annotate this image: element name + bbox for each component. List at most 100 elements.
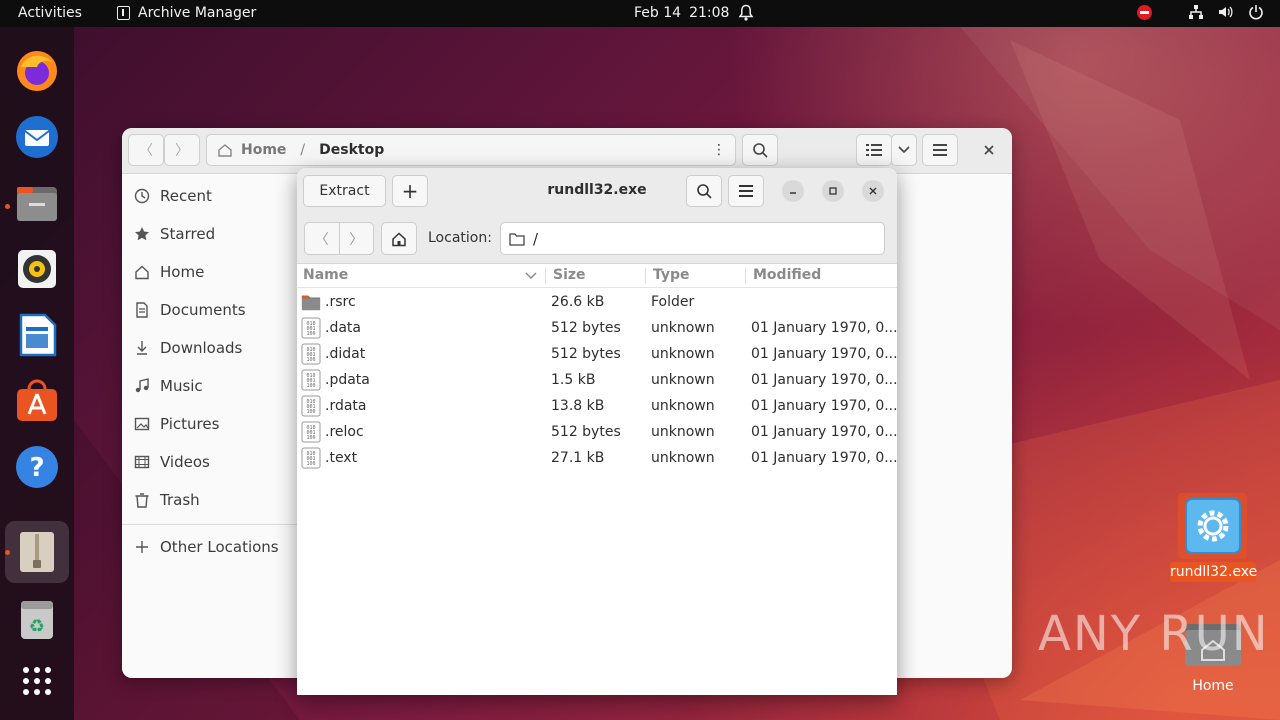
add-files-button[interactable]: + bbox=[392, 175, 428, 207]
forward-button[interactable]: 〉 bbox=[338, 223, 374, 254]
column-modified-header[interactable]: Modified bbox=[753, 267, 821, 283]
minimize-button[interactable] bbox=[782, 180, 804, 202]
clock[interactable]: Feb 14 21:08 bbox=[634, 5, 729, 21]
activities-button[interactable]: Activities bbox=[18, 5, 82, 21]
archive-app-icon bbox=[117, 6, 130, 20]
maximize-button[interactable] bbox=[822, 180, 844, 202]
notification-bell-icon[interactable] bbox=[738, 4, 754, 22]
table-row[interactable]: .rsrc 26.6 kB Folder bbox=[297, 289, 897, 315]
file-modified: 01 January 1970, 0... bbox=[751, 424, 897, 440]
anyrun-watermark: ANY RUN bbox=[1038, 606, 1270, 662]
sidebar-item-music[interactable]: Music bbox=[134, 369, 203, 403]
column-size-header[interactable]: Size bbox=[553, 267, 586, 283]
sidebar-item-trash[interactable]: Trash bbox=[134, 483, 200, 517]
file-modified: 01 January 1970, 0... bbox=[751, 398, 897, 414]
table-row[interactable]: 010 001 100 .text 27.1 kB unknown 01 January 1… bbox=[297, 445, 897, 471]
file-type: unknown bbox=[651, 346, 715, 362]
desktop-home-label[interactable]: Home bbox=[1186, 678, 1240, 694]
power-icon[interactable] bbox=[1248, 4, 1264, 20]
column-type-header[interactable]: Type bbox=[653, 267, 690, 283]
thunderbird-icon[interactable] bbox=[13, 113, 61, 161]
hamburger-icon bbox=[933, 144, 947, 156]
video-icon bbox=[134, 455, 150, 469]
folder-icon bbox=[509, 232, 525, 246]
table-row[interactable]: 010 001 100 .didat 512 bytes unknown 01 Januar… bbox=[297, 341, 897, 367]
path-current[interactable]: Desktop bbox=[319, 142, 384, 158]
clock-date: Feb 14 bbox=[634, 5, 682, 21]
binary-file-icon: 010001100 bbox=[301, 395, 321, 417]
file-type: unknown bbox=[651, 450, 715, 466]
file-size: 512 bytes bbox=[551, 424, 621, 440]
files-path-bar[interactable]: Home / Desktop bbox=[206, 134, 736, 166]
binary-file-icon: 010001100 bbox=[301, 343, 321, 365]
file-type: Folder bbox=[651, 294, 695, 310]
help-icon[interactable]: ? bbox=[13, 443, 61, 491]
stop-recording-icon[interactable] bbox=[1137, 4, 1152, 20]
sidebar-item-starred[interactable]: Starred bbox=[134, 217, 215, 251]
files-back-button[interactable]: 〈 bbox=[128, 134, 164, 166]
extract-button[interactable]: Extract bbox=[303, 175, 386, 207]
close-button[interactable] bbox=[862, 180, 884, 202]
files-running-indicator bbox=[5, 204, 10, 209]
sidebar-item-documents[interactable]: Documents bbox=[134, 293, 246, 327]
firefox-icon[interactable] bbox=[13, 47, 61, 95]
sidebar-item-downloads[interactable]: Downloads bbox=[134, 331, 242, 365]
files-icon[interactable] bbox=[13, 179, 61, 227]
svg-text:100: 100 bbox=[306, 331, 315, 337]
hamburger-icon bbox=[739, 185, 753, 197]
table-row[interactable]: 010 001 100 .pdata 1.5 kB unknown 01 January 1… bbox=[297, 367, 897, 393]
sidebar-item-other-locations[interactable]: Other Locations bbox=[134, 530, 279, 564]
location-bar: 〈 〉 Location: / bbox=[297, 214, 897, 264]
sidebar-item-label: Pictures bbox=[160, 415, 220, 433]
home-button[interactable] bbox=[381, 222, 417, 255]
sidebar-item-pictures[interactable]: Pictures bbox=[134, 407, 219, 441]
archive-manager-icon bbox=[20, 532, 54, 572]
sidebar-item-recent[interactable]: Recent bbox=[134, 179, 212, 213]
volume-icon[interactable] bbox=[1218, 4, 1234, 20]
binary-file-icon: 010001100 bbox=[301, 421, 321, 443]
trash-icon[interactable]: ♻ bbox=[13, 595, 61, 643]
files-forward-button[interactable]: 〉 bbox=[164, 134, 200, 166]
rhythmbox-icon[interactable] bbox=[13, 245, 61, 293]
back-button[interactable]: 〈 bbox=[305, 223, 339, 254]
sort-chevron-icon[interactable] bbox=[525, 272, 537, 280]
show-apps-icon[interactable] bbox=[13, 657, 61, 705]
sidebar-item-label: Recent bbox=[160, 187, 212, 205]
table-row[interactable]: 010 001 100 .rdata 13.8 kB unknown 01 January … bbox=[297, 393, 897, 419]
home-icon bbox=[218, 144, 232, 157]
archive-menu-button[interactable] bbox=[728, 175, 764, 207]
files-close-button[interactable] bbox=[972, 134, 1006, 166]
desktop-exe-label[interactable]: rundll32.exe bbox=[1170, 562, 1257, 582]
files-menu-button[interactable] bbox=[922, 134, 958, 166]
sidebar-item-videos[interactable]: Videos bbox=[134, 445, 210, 479]
column-name-header[interactable]: Name bbox=[303, 267, 348, 283]
column-separator bbox=[745, 268, 746, 284]
table-row[interactable]: 010 001 100 .data 512 bytes unknown 01 January… bbox=[297, 315, 897, 341]
file-size: 512 bytes bbox=[551, 346, 621, 362]
app-menu[interactable]: Archive Manager bbox=[117, 5, 256, 21]
app-center-icon[interactable] bbox=[13, 377, 61, 425]
files-search-button[interactable] bbox=[742, 134, 778, 166]
file-modified: 01 January 1970, 0... bbox=[751, 346, 897, 362]
libreoffice-writer-icon[interactable] bbox=[13, 311, 61, 359]
table-row[interactable]: 010 001 100 .reloc 512 bytes unknown 01 Januar… bbox=[297, 419, 897, 445]
path-home[interactable]: Home bbox=[241, 142, 286, 158]
archive-search-button[interactable] bbox=[686, 175, 722, 207]
view-list-button[interactable] bbox=[856, 134, 892, 166]
system-tray[interactable] bbox=[1137, 4, 1264, 20]
plus-icon bbox=[136, 541, 148, 553]
file-type: unknown bbox=[651, 372, 715, 388]
clock-time: 21:08 bbox=[689, 5, 730, 21]
network-icon[interactable] bbox=[1188, 4, 1204, 20]
search-icon bbox=[753, 143, 768, 158]
file-size: 13.8 kB bbox=[551, 398, 605, 414]
path-menu-button[interactable]: ⋮ bbox=[702, 134, 736, 166]
desktop-exe-icon[interactable] bbox=[1185, 498, 1241, 554]
location-field[interactable]: / bbox=[500, 222, 885, 255]
view-options-button[interactable] bbox=[891, 134, 917, 166]
sidebar-item-label: Downloads bbox=[160, 339, 243, 357]
sidebar-item-label: Music bbox=[160, 377, 203, 395]
sidebar-item-home[interactable]: Home bbox=[134, 255, 204, 289]
archive-manager-dock-item[interactable] bbox=[5, 521, 69, 583]
column-separator bbox=[545, 268, 546, 284]
